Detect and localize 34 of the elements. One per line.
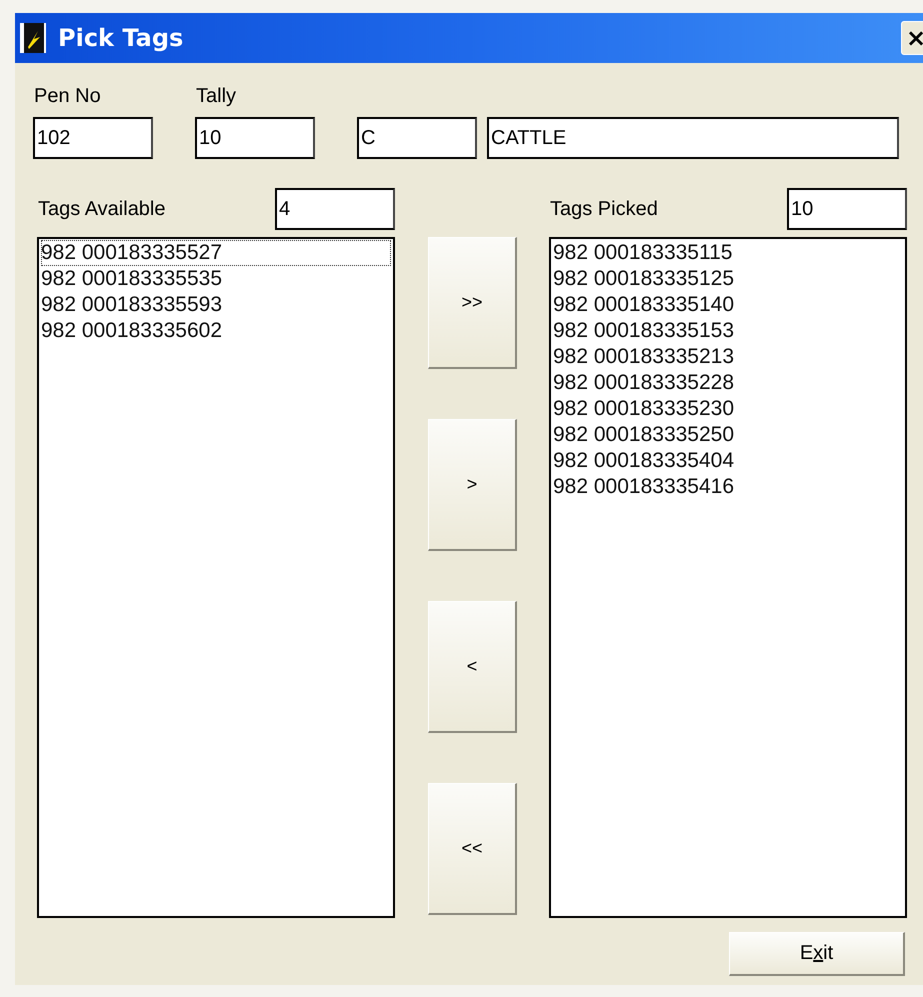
close-button[interactable]: × [901, 21, 923, 55]
move-button[interactable]: << [428, 783, 517, 915]
tag-list-item[interactable]: 982 000183335153 [553, 318, 903, 344]
tag-list-item[interactable]: 982 000183335125 [553, 266, 903, 292]
tag-list-item[interactable]: 982 000183335250 [553, 422, 903, 448]
move-button[interactable]: < [428, 601, 517, 733]
tag-list-item[interactable]: 982 000183335602 [41, 318, 391, 344]
tag-list-item[interactable]: 982 000183335593 [41, 292, 391, 318]
count-field[interactable]: 4 [275, 188, 395, 230]
tag-list-item[interactable]: 982 000183335213 [553, 344, 903, 370]
window-title: Pick Tags [58, 24, 184, 52]
tag-list-item[interactable]: 982 000183335527 [41, 240, 391, 266]
tag-list-item[interactable]: 982 000183335140 [553, 292, 903, 318]
move-button[interactable]: >> [428, 237, 517, 369]
move-button[interactable]: > [428, 419, 517, 551]
tag-list[interactable]: 982 000183335115 982 000183335125 982 000183335140 982 000183335153 982 000183335213 982 000183335228 982 000183335230 982 000183335250 982 000183335404 982 000183335416 [549, 237, 907, 918]
exit-button[interactable]: Exit [729, 932, 905, 976]
tag-list-item[interactable]: 982 000183335535 [41, 266, 391, 292]
list-label: Tags Available [38, 197, 166, 221]
field-label: Pen No [34, 84, 102, 108]
input-field[interactable]: C [357, 117, 477, 159]
tag-list-item[interactable]: 982 000183335404 [553, 448, 903, 474]
input-field[interactable]: CATTLE [487, 117, 899, 159]
tag-list-item[interactable]: 982 000183335228 [553, 370, 903, 396]
tag-list-item[interactable]: 982 000183335115 [553, 240, 903, 266]
tag-list[interactable]: 982 000183335527 982 000183335535 982 000183335593 982 000183335602 [37, 237, 395, 918]
tag-list-item[interactable]: 982 000183335230 [553, 396, 903, 422]
count-field[interactable]: 10 [787, 188, 907, 230]
list-label: Tags Picked [550, 197, 658, 221]
app-icon [20, 23, 46, 53]
field-label: Tally [196, 84, 238, 108]
input-field[interactable]: 102 [33, 117, 153, 159]
tag-list-item[interactable]: 982 000183335416 [553, 474, 903, 500]
input-field[interactable]: 10 [195, 117, 315, 159]
